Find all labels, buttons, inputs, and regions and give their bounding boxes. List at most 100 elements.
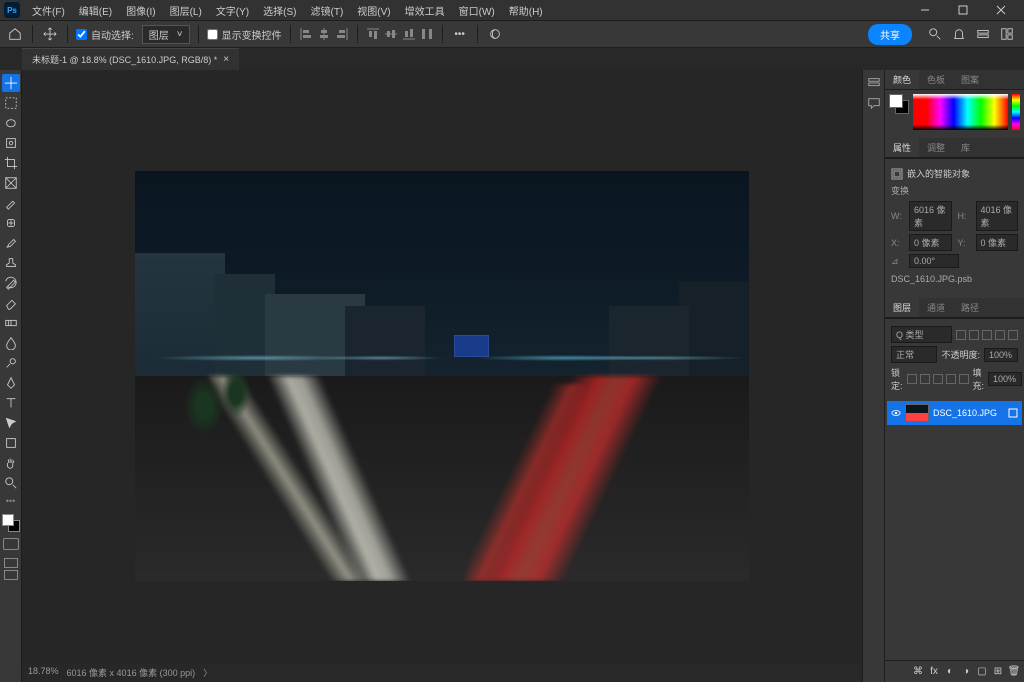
auto-select-check[interactable]: 自动选择: — [76, 27, 134, 42]
align-left-icon[interactable] — [299, 27, 313, 41]
height-field[interactable]: 4016 像素 — [976, 201, 1019, 231]
align-bottom-icon[interactable] — [402, 27, 416, 41]
layer-filter[interactable]: Q 类型 — [891, 326, 952, 343]
quick-mask-icon[interactable] — [3, 538, 19, 550]
properties-tab[interactable]: 属性 — [885, 138, 919, 157]
3d-mode-icon[interactable] — [486, 25, 504, 43]
show-transform-check[interactable]: 显示变换控件 — [207, 27, 282, 42]
color-swatch[interactable] — [2, 514, 20, 532]
fill-field[interactable]: 100% — [988, 372, 1022, 386]
opacity-field[interactable]: 100% — [984, 348, 1018, 362]
selection-tool[interactable] — [2, 134, 20, 152]
workspace-icon[interactable] — [1000, 27, 1014, 41]
menu-window[interactable]: 窗口(W) — [453, 1, 501, 20]
mask-icon[interactable]: ◐ — [944, 666, 956, 678]
color-spectrum[interactable] — [913, 94, 1008, 130]
menu-type[interactable]: 文字(Y) — [210, 1, 255, 20]
link-layers-icon[interactable]: ⌘ — [912, 666, 924, 678]
menu-select[interactable]: 选择(S) — [257, 1, 302, 20]
adjustment-icon[interactable]: ◑ — [960, 666, 972, 678]
group-icon[interactable]: ▢ — [976, 666, 988, 678]
align-top-icon[interactable] — [366, 27, 380, 41]
paths-tab[interactable]: 路径 — [953, 298, 987, 317]
delete-layer-icon[interactable]: 🗑 — [1008, 666, 1020, 678]
window-close[interactable] — [982, 0, 1020, 20]
zoom-level[interactable]: 18.78% — [28, 666, 59, 680]
layer-name[interactable]: DSC_1610.JPG — [933, 408, 997, 418]
canvas[interactable] — [135, 171, 749, 581]
screen-mode-icon[interactable] — [4, 558, 18, 580]
lock-icons[interactable] — [907, 374, 969, 384]
new-layer-icon[interactable]: ⊞ — [992, 666, 1004, 678]
adjustments-tab[interactable]: 调整 — [919, 138, 953, 157]
crop-tool[interactable] — [2, 154, 20, 172]
history-panel-icon[interactable] — [867, 76, 881, 90]
visibility-icon[interactable] — [891, 408, 901, 418]
align-right-icon[interactable] — [335, 27, 349, 41]
path-tool[interactable] — [2, 414, 20, 432]
history-brush-tool[interactable] — [2, 274, 20, 292]
eyedropper-tool[interactable] — [2, 194, 20, 212]
swatches-tab[interactable]: 色板 — [919, 70, 953, 89]
shape-tool[interactable] — [2, 434, 20, 452]
layer-filter-icons[interactable] — [956, 330, 1018, 340]
y-field[interactable]: 0 像素 — [976, 234, 1019, 251]
distribute-icon[interactable] — [420, 27, 434, 41]
close-tab-icon[interactable]: × — [223, 54, 229, 65]
width-field[interactable]: 6016 像素 — [909, 201, 952, 231]
color-tab[interactable]: 颜色 — [885, 70, 919, 89]
hand-tool[interactable] — [2, 454, 20, 472]
healing-tool[interactable] — [2, 214, 20, 232]
angle-field[interactable]: 0.00° — [909, 254, 959, 268]
frame-tool[interactable] — [2, 174, 20, 192]
home-icon[interactable] — [6, 25, 24, 43]
move-tool-icon[interactable] — [41, 25, 59, 43]
doc-dimensions[interactable]: 6016 像素 x 4016 像素 (300 ppi) — [67, 666, 196, 680]
document-tab[interactable]: 未标题-1 @ 18.8% (DSC_1610.JPG, RGB/8) * × — [22, 48, 239, 70]
layer-item[interactable]: DSC_1610.JPG — [887, 401, 1022, 425]
share-button[interactable]: 共享 — [868, 24, 912, 45]
canvas-area[interactable]: 18.78% 6016 像素 x 4016 像素 (300 ppi) 〉 — [22, 70, 862, 682]
pen-tool[interactable] — [2, 374, 20, 392]
blend-mode[interactable]: 正常 — [891, 346, 937, 363]
eraser-tool[interactable] — [2, 294, 20, 312]
stamp-tool[interactable] — [2, 254, 20, 272]
gradient-tool[interactable] — [2, 314, 20, 332]
menu-filter[interactable]: 滤镜(T) — [305, 1, 350, 20]
fx-icon[interactable]: fx — [928, 666, 940, 678]
channels-tab[interactable]: 通道 — [919, 298, 953, 317]
dodge-tool[interactable] — [2, 354, 20, 372]
color-fg-bg[interactable] — [889, 94, 909, 114]
search-icon[interactable] — [928, 27, 942, 41]
zoom-tool[interactable] — [2, 474, 20, 492]
window-minimize[interactable] — [906, 0, 944, 20]
layers-tab[interactable]: 图层 — [885, 298, 919, 317]
toolbar-more[interactable]: ••• — [6, 496, 15, 506]
comments-panel-icon[interactable] — [867, 96, 881, 110]
layer-thumbnail[interactable] — [905, 404, 929, 422]
menu-plugin[interactable]: 增效工具 — [399, 1, 451, 20]
brush-tool[interactable] — [2, 234, 20, 252]
window-maximize[interactable] — [944, 0, 982, 20]
more-options-icon[interactable]: ••• — [451, 25, 469, 43]
lasso-tool[interactable] — [2, 114, 20, 132]
menu-file[interactable]: 文件(F) — [26, 1, 71, 20]
hue-strip[interactable] — [1012, 94, 1020, 130]
libraries-tab[interactable]: 库 — [953, 138, 978, 157]
menu-edit[interactable]: 编辑(E) — [73, 1, 118, 20]
menu-help[interactable]: 帮助(H) — [503, 1, 549, 20]
patterns-tab[interactable]: 图案 — [953, 70, 987, 89]
blur-tool[interactable] — [2, 334, 20, 352]
align-vcenter-icon[interactable] — [384, 27, 398, 41]
type-tool[interactable] — [2, 394, 20, 412]
menu-layer[interactable]: 图层(L) — [164, 1, 208, 20]
auto-select-target[interactable]: 图层˅ — [142, 25, 190, 44]
align-hcenter-icon[interactable] — [317, 27, 331, 41]
menu-image[interactable]: 图像(I) — [120, 1, 161, 20]
x-field[interactable]: 0 像素 — [909, 234, 952, 251]
notifications-icon[interactable] — [952, 27, 966, 41]
marquee-tool[interactable] — [2, 94, 20, 112]
menu-view[interactable]: 视图(V) — [351, 1, 396, 20]
move-tool[interactable] — [2, 74, 20, 92]
cloud-docs-icon[interactable] — [976, 27, 990, 41]
